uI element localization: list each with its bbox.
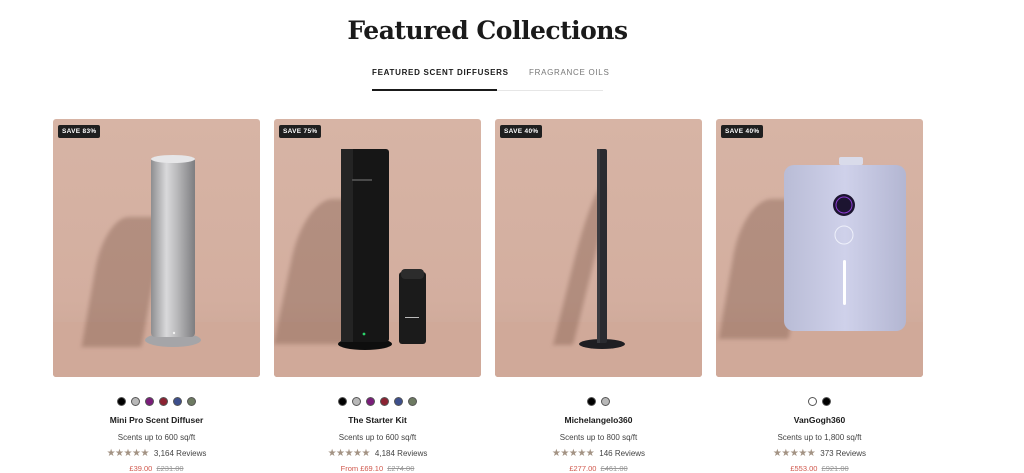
product-name[interactable]: The Starter Kit xyxy=(274,415,481,425)
product-coverage: Scents up to 800 sq/ft xyxy=(559,433,638,442)
tab-featured-scent-diffusers[interactable]: FEATURED SCENT DIFFUSERS xyxy=(372,68,508,91)
product-rating: ★★★★★ 4,184 Reviews xyxy=(274,448,481,459)
star-rating-icon: ★★★★★ xyxy=(106,448,150,459)
product-rating: ★★★★★ 146 Reviews xyxy=(495,448,702,459)
swatch-black[interactable] xyxy=(338,397,347,406)
swatch-blue[interactable] xyxy=(173,397,182,406)
star-rating-icon: ★★★★★ xyxy=(327,448,371,459)
swatch-silver[interactable] xyxy=(352,397,361,406)
swatch-white[interactable] xyxy=(808,397,817,406)
tab-fragrance-oils[interactable]: FRAGRANCE OILS xyxy=(529,68,609,91)
product-rating: ★★★★★ 373 Reviews xyxy=(716,448,923,459)
swatch-black[interactable] xyxy=(117,397,126,406)
vangogh360-illustration xyxy=(784,157,906,331)
color-swatches xyxy=(53,397,260,409)
sale-price: From £69.10 xyxy=(340,464,384,473)
original-price: £461.00 xyxy=(600,464,628,473)
discount-badge: SAVE 40% xyxy=(500,125,543,138)
product-name[interactable]: VanGogh360 xyxy=(716,415,923,425)
product-image-starter-kit[interactable]: SAVE 75% xyxy=(274,119,481,377)
original-price: £921.00 xyxy=(821,464,849,473)
swatch-silver[interactable] xyxy=(601,397,610,406)
swatch-green[interactable] xyxy=(408,397,417,406)
product-price: From £69.10 £274.00 xyxy=(274,464,481,473)
review-count[interactable]: 3,164 Reviews xyxy=(154,449,206,458)
section-title: Featured Collections xyxy=(347,16,628,45)
product-card: SAVE 83% Mini Pro Scent Diffuser Scents … xyxy=(53,119,260,473)
starter-kit-illustration xyxy=(338,149,426,350)
product-price: £39.00 £231.00 xyxy=(53,464,260,473)
swatch-blue[interactable] xyxy=(394,397,403,406)
discount-badge: SAVE 75% xyxy=(279,125,322,138)
color-swatches xyxy=(495,397,702,409)
star-rating-icon: ★★★★★ xyxy=(772,448,816,459)
product-card: SAVE 40% VanGogh360 Scents up to 1,800 s… xyxy=(716,119,923,473)
collection-tabs: FEATURED SCENT DIFFUSERS FRAGRANCE OILS xyxy=(372,60,609,91)
swatch-purple[interactable] xyxy=(145,397,154,406)
product-image-mini-pro[interactable]: SAVE 83% xyxy=(53,119,260,377)
product-price: £553.00 £921.00 xyxy=(716,464,923,473)
star-rating-icon: ★★★★★ xyxy=(551,448,595,459)
product-image-michelangelo360[interactable]: SAVE 40% xyxy=(495,119,702,377)
product-name[interactable]: Michelangelo360 xyxy=(495,415,702,425)
review-count[interactable]: 146 Reviews xyxy=(599,449,645,458)
product-card: SAVE 75% The Starter Kit Scents up to 60… xyxy=(274,119,481,473)
discount-badge: SAVE 40% xyxy=(721,125,764,138)
product-price: £277.00 £461.00 xyxy=(495,464,702,473)
product-coverage: Scents up to 600 sq/ft xyxy=(117,433,196,442)
product-card: SAVE 40% Michelangelo360 Scents up to 80… xyxy=(495,119,702,473)
swatch-silver[interactable] xyxy=(131,397,140,406)
swatch-black[interactable] xyxy=(822,397,831,406)
product-coverage: Scents up to 1,800 sq/ft xyxy=(777,433,862,442)
product-image-vangogh360[interactable]: SAVE 40% xyxy=(716,119,923,377)
color-swatches xyxy=(716,397,923,409)
michelangelo360-illustration xyxy=(579,149,625,349)
swatch-burgundy[interactable] xyxy=(159,397,168,406)
swatch-purple[interactable] xyxy=(366,397,375,406)
sale-price: £553.00 xyxy=(790,464,818,473)
original-price: £231.00 xyxy=(156,464,184,473)
color-swatches xyxy=(274,397,481,409)
product-coverage: Scents up to 600 sq/ft xyxy=(338,433,417,442)
mini-pro-diffuser-illustration xyxy=(145,155,201,347)
review-count[interactable]: 373 Reviews xyxy=(820,449,866,458)
product-rating: ★★★★★ 3,164 Reviews xyxy=(53,448,260,459)
original-price: £274.00 xyxy=(387,464,415,473)
swatch-burgundy[interactable] xyxy=(380,397,389,406)
swatch-black[interactable] xyxy=(587,397,596,406)
discount-badge: SAVE 83% xyxy=(58,125,101,138)
swatch-green[interactable] xyxy=(187,397,196,406)
review-count[interactable]: 4,184 Reviews xyxy=(375,449,427,458)
sale-price: £277.00 xyxy=(569,464,597,473)
sale-price: £39.00 xyxy=(129,464,153,473)
product-name[interactable]: Mini Pro Scent Diffuser xyxy=(53,415,260,425)
